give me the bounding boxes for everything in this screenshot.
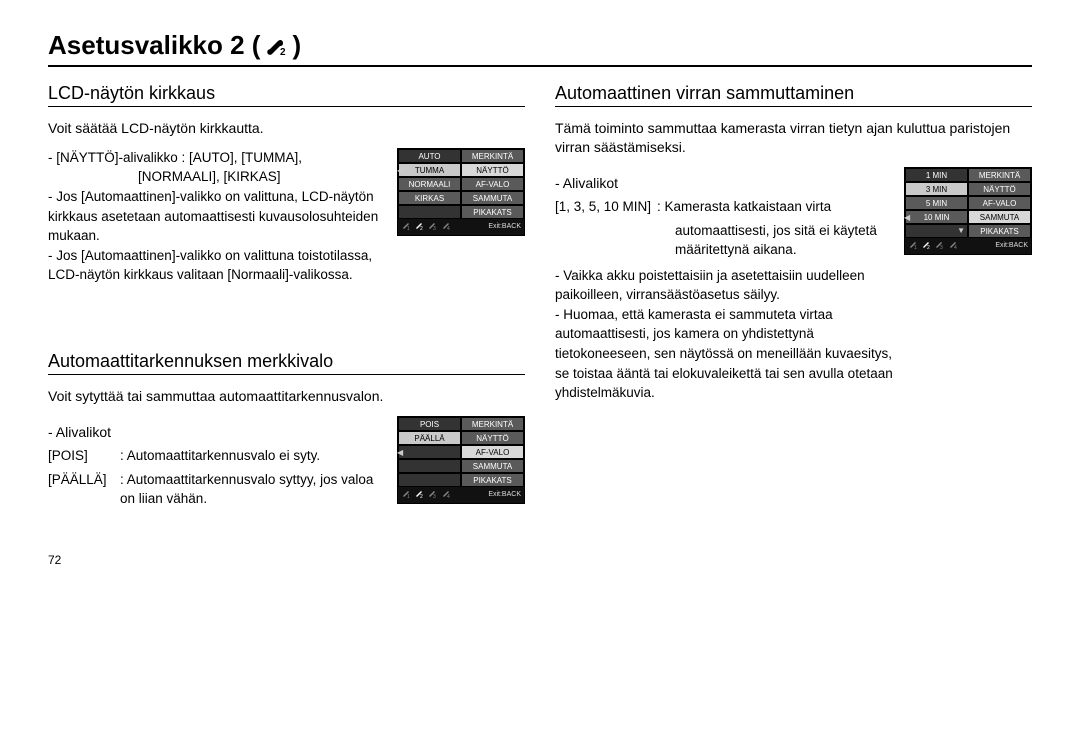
menu-cell: NÄYTTÖ [461, 431, 524, 445]
menu-cell: 3 MIN [905, 182, 968, 196]
menu-cell: AUTO [398, 149, 461, 163]
af-pois-key: [POIS] [48, 446, 114, 466]
menu-cell: MERKINTÄ [461, 149, 524, 163]
menu-cell: SAMMUTA [461, 191, 524, 205]
menu-cell: SAMMUTA [968, 210, 1031, 224]
auto-off-minutes-val1: : Kamerasta katkaistaan virta [657, 197, 831, 217]
menu-cell: TUMMA [398, 163, 461, 177]
svg-text:2: 2 [927, 245, 930, 250]
auto-off-b3: - Huomaa, että kamerasta ei sammuteta vi… [555, 305, 894, 403]
menu-cell: MERKINTÄ [968, 168, 1031, 182]
heading-lcd-brightness: LCD-näytön kirkkaus [48, 83, 525, 107]
menu-cell: PIKAKATS [461, 473, 524, 487]
wrench-2-icon: 2 [264, 35, 288, 57]
menu-cell: SAMMUTA [461, 459, 524, 473]
heading-af-light: Automaattitarkennuksen merkkivalo [48, 351, 525, 375]
svg-text:2: 2 [280, 47, 286, 57]
af-paalla-key: [PÄÄLLÄ] [48, 470, 114, 509]
menu-cell: NÄYTTÖ [461, 163, 524, 177]
lcd-b1b: [NORMAALI], [KIRKAS] [48, 167, 387, 187]
menu-cell: POIS [398, 417, 461, 431]
af-pois-val: : Automaattitarkennusvalo ei syty. [120, 446, 320, 466]
left-column: LCD-näytön kirkkaus Voit säätää LCD-näyt… [48, 77, 525, 567]
svg-text:2: 2 [420, 494, 423, 499]
menu-cell [905, 224, 968, 238]
heading-auto-poweroff: Automaattinen virran sammuttaminen [555, 83, 1032, 107]
svg-text:1: 1 [914, 245, 917, 250]
af-paalla-val: : Automaattitarkennusvalo syttyy, jos va… [120, 470, 387, 509]
lcd-b3: - Jos [Automaattinen]-valikko on valittu… [48, 246, 387, 285]
svg-text:3: 3 [433, 494, 436, 499]
menu-cell: KIRKAS [398, 191, 461, 205]
menu-cell: 1 MIN [905, 168, 968, 182]
auto-off-text: - Alivalikot [1, 3, 5, 10 MIN] : Kameras… [555, 167, 894, 403]
menu-screenshot-auto-off: 1 MIN 3 MIN 5 MIN 10 MIN MERKINTÄ NÄYTTÖ… [904, 167, 1032, 255]
lcd-bullets: - [NÄYTTÖ]-alivalikko : [AUTO], [TUMMA],… [48, 148, 387, 285]
menu-cell: 10 MIN [905, 210, 968, 224]
auto-off-minutes-val3: määritettynä aikana. [555, 240, 894, 260]
title-close: ) [292, 30, 301, 61]
menu-cell: 5 MIN [905, 196, 968, 210]
svg-text:4: 4 [447, 226, 450, 231]
menu-cell: PÄÄLLÄ [398, 431, 461, 445]
menu-cell: AF-VALO [968, 196, 1031, 210]
af-sublabel: - Alivalikot [48, 422, 387, 442]
menu-cell: PIKAKATS [461, 205, 524, 219]
svg-text:1: 1 [407, 226, 410, 231]
svg-text:4: 4 [954, 245, 957, 250]
svg-text:2: 2 [420, 226, 423, 231]
menu-cell: AF-VALO [461, 445, 524, 459]
intro-auto-off: Tämä toiminto sammuttaa kamerasta virran… [555, 119, 1032, 157]
auto-off-minutes-val2: automaattisesti, jos sitä ei käytetä [555, 221, 894, 241]
footer-tab-icons: 1 2 3 4 [401, 489, 452, 501]
intro-lcd: Voit säätää LCD-näytön kirkkautta. [48, 119, 525, 138]
menu-cell [398, 205, 461, 219]
lcd-b1a: - [NÄYTTÖ]-alivalikko : [AUTO], [TUMMA], [48, 148, 387, 168]
menu-exit-label: Exit:BACK [488, 223, 521, 230]
menu-cell: NÄYTTÖ [968, 182, 1031, 196]
menu-cell [398, 459, 461, 473]
svg-text:3: 3 [940, 245, 943, 250]
title-text: Asetusvalikko 2 ( [48, 30, 260, 61]
menu-cell [398, 473, 461, 487]
menu-exit-label: Exit:BACK [995, 242, 1028, 249]
svg-text:4: 4 [447, 494, 450, 499]
auto-off-sublabel: - Alivalikot [555, 173, 894, 193]
auto-off-b2: - Vaikka akku poistettaisiin ja asetetta… [555, 266, 894, 305]
footer-tab-icons: 1 2 3 4 [401, 221, 452, 233]
menu-cell [398, 445, 461, 459]
menu-cell: NORMAALI [398, 177, 461, 191]
menu-screenshot-af: POIS PÄÄLLÄ MERKINTÄ NÄYTTÖ AF-VALO SAMM… [397, 416, 525, 504]
auto-off-minutes-key: [1, 3, 5, 10 MIN] [555, 197, 651, 217]
svg-text:1: 1 [407, 494, 410, 499]
right-column: Automaattinen virran sammuttaminen Tämä … [555, 77, 1032, 567]
footer-tab-icons: 1 2 3 4 [908, 240, 959, 252]
menu-cell: PIKAKATS [968, 224, 1031, 238]
page-number: 72 [48, 553, 525, 567]
menu-exit-label: Exit:BACK [488, 491, 521, 498]
menu-cell: MERKINTÄ [461, 417, 524, 431]
page-title: Asetusvalikko 2 ( 2 ) [48, 30, 1032, 67]
menu-cell: AF-VALO [461, 177, 524, 191]
menu-screenshot-lcd: AUTO TUMMA NORMAALI KIRKAS MERKINTÄ NÄYT… [397, 148, 525, 236]
svg-text:3: 3 [433, 226, 436, 231]
lcd-b2: - Jos [Automaattinen]-valikko on valittu… [48, 187, 387, 246]
intro-af: Voit sytyttää tai sammuttaa automaattita… [48, 387, 525, 406]
